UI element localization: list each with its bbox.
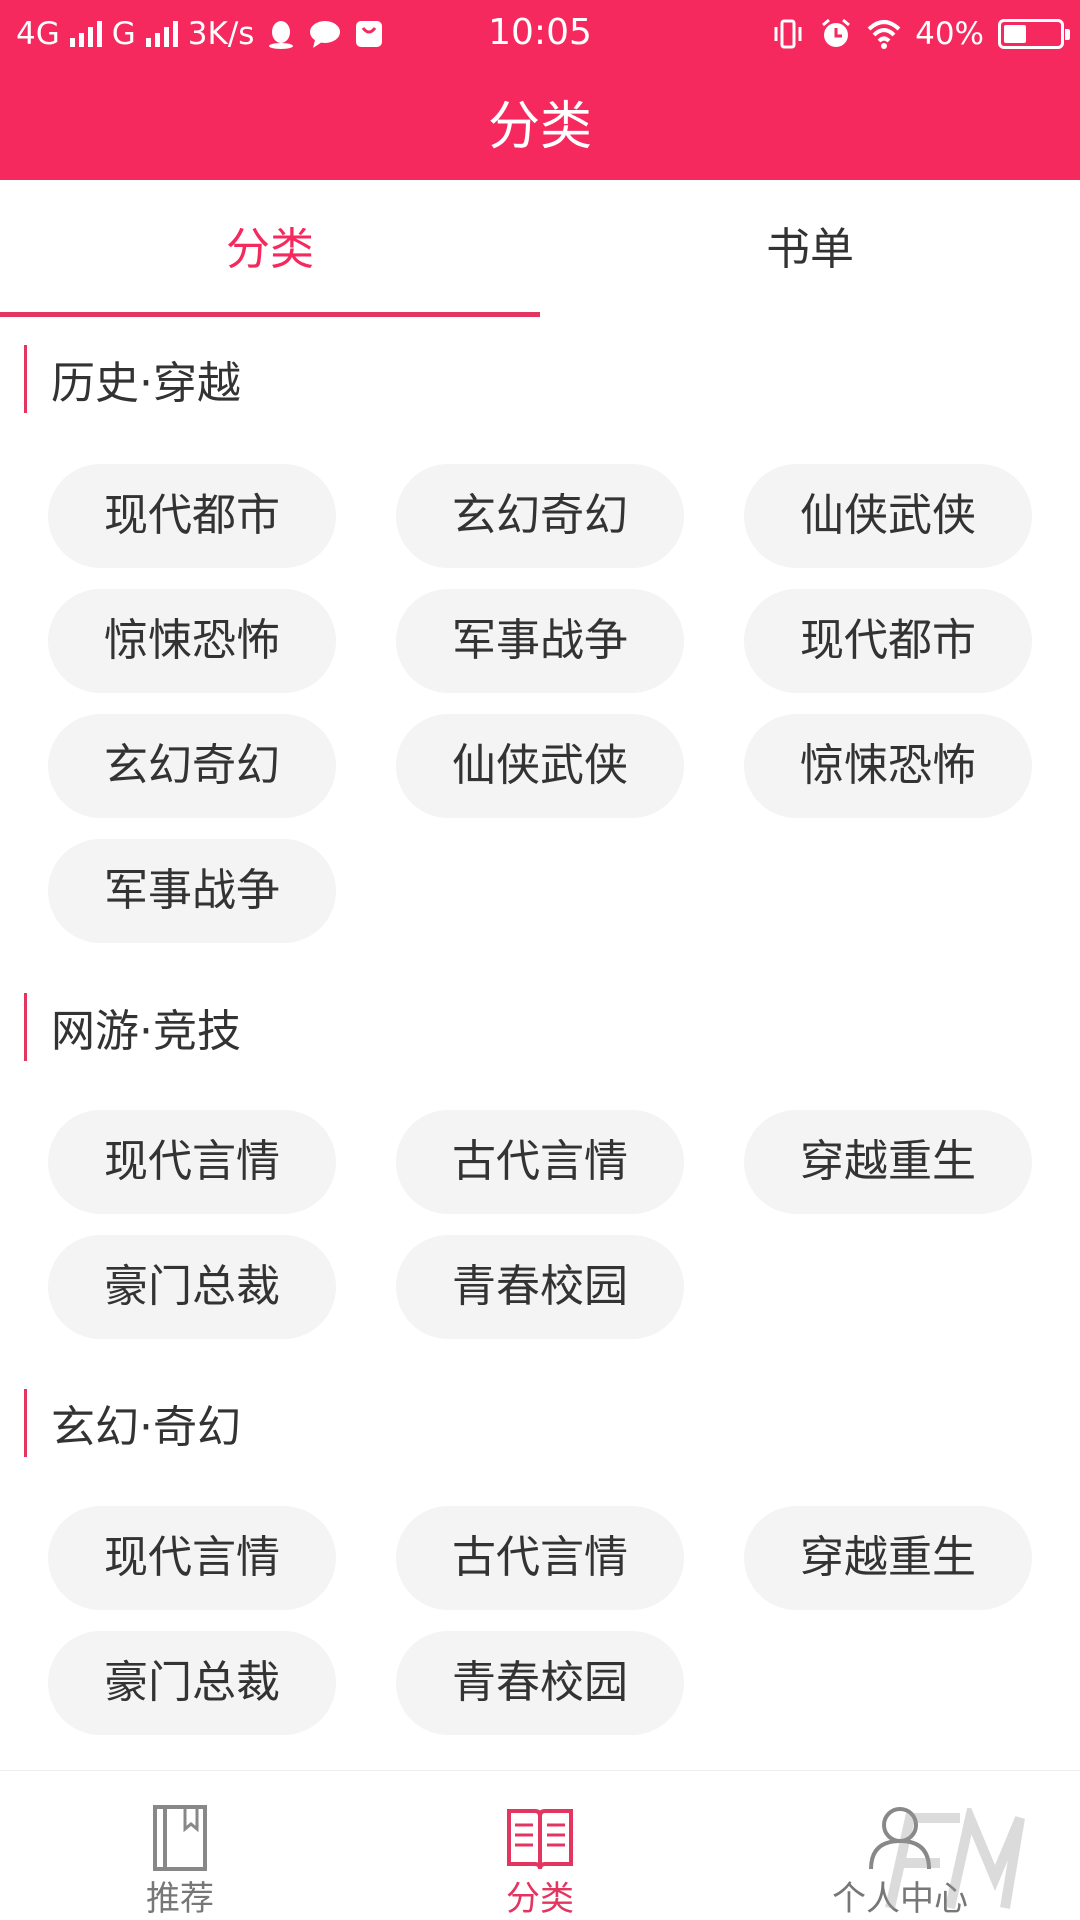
- nav-item-category[interactable]: 分类: [360, 1771, 720, 1920]
- category-chip[interactable]: 青春校园: [396, 1235, 684, 1339]
- category-chip[interactable]: 古代言情: [396, 1506, 684, 1610]
- section-accent-bar: [24, 345, 27, 413]
- tab-bar: 分类 书单: [0, 180, 1080, 320]
- battery-percent: 40%: [915, 16, 984, 52]
- tab-booklist[interactable]: 书单: [540, 180, 1080, 320]
- section-header: 历史·穿越: [24, 344, 241, 414]
- category-chip[interactable]: 军事战争: [396, 589, 684, 693]
- section-header: 网游·竞技: [24, 992, 241, 1062]
- category-chip[interactable]: 仙侠武侠: [396, 714, 684, 818]
- section-header: 玄幻·奇幻: [24, 1388, 241, 1458]
- category-chip[interactable]: 穿越重生: [744, 1506, 1032, 1610]
- status-bar: 4G G 3K/s 10:05 40%: [0, 0, 1080, 68]
- tab-active-indicator: [0, 312, 540, 317]
- battery-icon: [998, 19, 1070, 49]
- category-chip[interactable]: 现代言情: [48, 1110, 336, 1214]
- category-chip[interactable]: 玄幻奇幻: [396, 464, 684, 568]
- category-chip[interactable]: 豪门总裁: [48, 1235, 336, 1339]
- section-title: 历史·穿越: [51, 358, 241, 409]
- category-chip[interactable]: 惊悚恐怖: [744, 714, 1032, 818]
- page-title: 分类: [487, 97, 592, 157]
- category-chip[interactable]: 穿越重生: [744, 1110, 1032, 1214]
- category-chip[interactable]: 现代言情: [48, 1506, 336, 1610]
- nav-item-recommend[interactable]: 推荐: [0, 1771, 360, 1920]
- category-chip[interactable]: 古代言情: [396, 1110, 684, 1214]
- section-title: 玄幻·奇幻: [51, 1402, 241, 1453]
- category-chip[interactable]: 惊悚恐怖: [48, 589, 336, 693]
- status-bar-right: 40%: [771, 14, 1070, 54]
- vibrate-icon: [774, 19, 802, 49]
- nav-label: 分类: [506, 1879, 574, 1919]
- section-title: 网游·竞技: [51, 1006, 241, 1057]
- wifi-icon: [867, 20, 901, 49]
- section-accent-bar: [24, 993, 27, 1061]
- nav-label: 推荐: [146, 1879, 214, 1919]
- bookmark-book-icon: [153, 1805, 207, 1871]
- section-accent-bar: [24, 1389, 27, 1457]
- category-chip[interactable]: 豪门总裁: [48, 1631, 336, 1735]
- watermark-logo: [885, 1808, 1025, 1910]
- category-chip[interactable]: 现代都市: [744, 589, 1032, 693]
- category-chip[interactable]: 玄幻奇幻: [48, 714, 336, 818]
- category-chip[interactable]: 仙侠武侠: [744, 464, 1032, 568]
- tab-category[interactable]: 分类: [0, 180, 540, 320]
- category-chip[interactable]: 军事战争: [48, 839, 336, 943]
- alarm-icon: [822, 18, 851, 47]
- category-chip[interactable]: 青春校园: [396, 1631, 684, 1735]
- open-book-icon: [507, 1809, 573, 1870]
- category-chip[interactable]: 现代都市: [48, 464, 336, 568]
